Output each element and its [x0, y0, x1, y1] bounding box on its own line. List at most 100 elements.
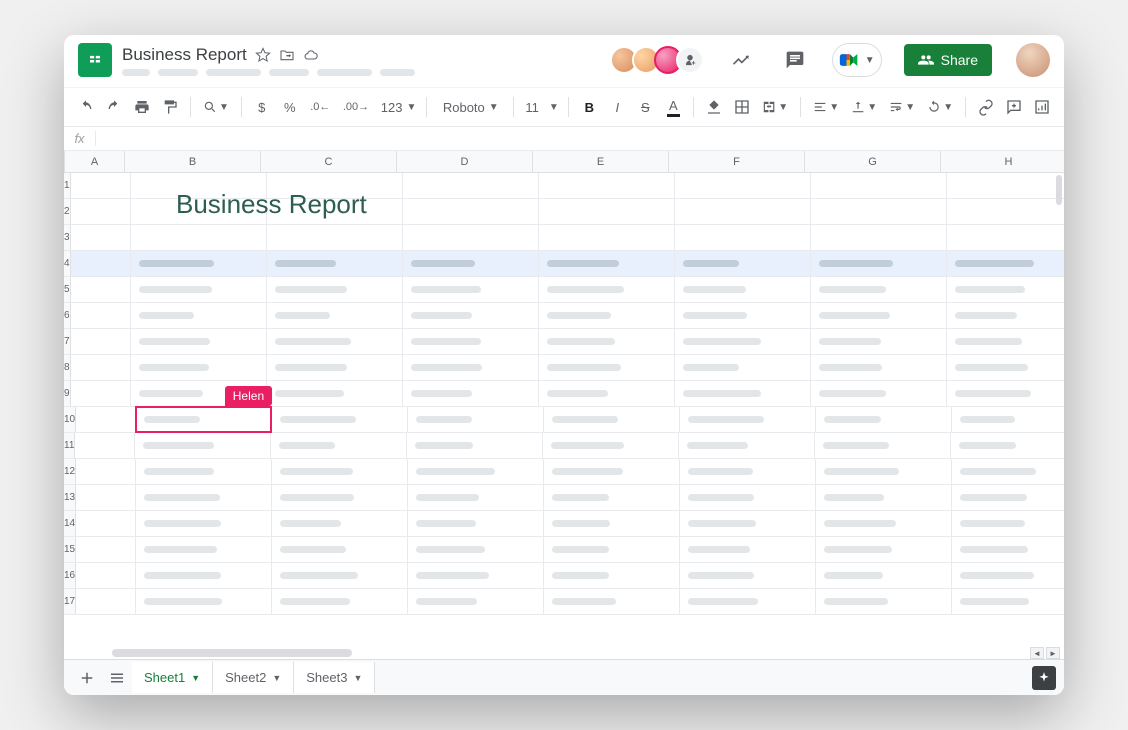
- cell[interactable]: [131, 381, 267, 406]
- cell[interactable]: [675, 381, 811, 406]
- comments-icon[interactable]: [778, 43, 812, 77]
- cell[interactable]: [544, 485, 680, 510]
- cell[interactable]: [408, 485, 544, 510]
- cell[interactable]: [403, 277, 539, 302]
- cell[interactable]: [136, 511, 272, 536]
- fill-color-button[interactable]: [702, 94, 726, 120]
- cell[interactable]: [408, 459, 544, 484]
- cell[interactable]: [403, 355, 539, 380]
- undo-button[interactable]: [74, 94, 98, 120]
- column-header[interactable]: A: [65, 151, 125, 172]
- cell[interactable]: [267, 303, 403, 328]
- text-color-button[interactable]: A: [661, 94, 685, 120]
- cell[interactable]: [272, 511, 408, 536]
- cell[interactable]: [811, 329, 947, 354]
- cell[interactable]: [272, 589, 408, 614]
- cell[interactable]: [679, 433, 815, 458]
- cell[interactable]: [947, 199, 1064, 224]
- document-title[interactable]: Business Report: [122, 45, 247, 65]
- cell[interactable]: [675, 225, 811, 250]
- cell[interactable]: [539, 199, 675, 224]
- cell[interactable]: [544, 589, 680, 614]
- cell[interactable]: [675, 355, 811, 380]
- percent-button[interactable]: %: [278, 94, 302, 120]
- sheet-tab[interactable]: Sheet2▼: [213, 662, 294, 693]
- cell[interactable]: [403, 225, 539, 250]
- cell[interactable]: [816, 511, 952, 536]
- cell[interactable]: [136, 459, 272, 484]
- cell[interactable]: [75, 433, 135, 458]
- scroll-right-button[interactable]: ►: [1046, 647, 1060, 659]
- grid-row[interactable]: 12: [64, 459, 1064, 485]
- cell[interactable]: [675, 173, 811, 198]
- font-selector[interactable]: Roboto▼: [435, 94, 505, 120]
- grid[interactable]: A B C D E F G H Business Report 12345678…: [64, 151, 1064, 659]
- profile-avatar[interactable]: [1016, 43, 1050, 77]
- star-icon[interactable]: [255, 47, 271, 63]
- cell[interactable]: [76, 511, 136, 536]
- cell[interactable]: [408, 563, 544, 588]
- italic-button[interactable]: I: [605, 94, 629, 120]
- valign-button[interactable]: ▼: [847, 94, 881, 120]
- cell[interactable]: [544, 459, 680, 484]
- cell[interactable]: [952, 407, 1064, 432]
- cell[interactable]: [811, 199, 947, 224]
- move-folder-icon[interactable]: [279, 47, 295, 63]
- sheets-logo[interactable]: [78, 43, 112, 77]
- column-header[interactable]: F: [669, 151, 805, 172]
- zoom-button[interactable]: ▼: [199, 94, 233, 120]
- cell[interactable]: [131, 225, 267, 250]
- grid-row[interactable]: 5: [64, 277, 1064, 303]
- column-header[interactable]: C: [261, 151, 397, 172]
- cell[interactable]: [544, 563, 680, 588]
- cell[interactable]: [272, 459, 408, 484]
- bold-button[interactable]: B: [577, 94, 601, 120]
- cell[interactable]: [947, 329, 1064, 354]
- cell[interactable]: [947, 381, 1064, 406]
- cell[interactable]: [403, 381, 539, 406]
- cell[interactable]: [76, 589, 136, 614]
- cell[interactable]: [680, 563, 816, 588]
- cell[interactable]: [811, 381, 947, 406]
- cell[interactable]: [539, 381, 675, 406]
- add-sheet-button[interactable]: [72, 669, 102, 687]
- cell[interactable]: [951, 433, 1064, 458]
- cell[interactable]: [136, 589, 272, 614]
- cell[interactable]: [136, 563, 272, 588]
- cell[interactable]: [952, 485, 1064, 510]
- row-header[interactable]: 11: [64, 433, 75, 458]
- insert-comment-button[interactable]: [1002, 94, 1026, 120]
- cell[interactable]: [272, 537, 408, 562]
- cell[interactable]: [952, 459, 1064, 484]
- cell[interactable]: [71, 277, 131, 302]
- cell[interactable]: [539, 173, 675, 198]
- cell[interactable]: [71, 355, 131, 380]
- cell[interactable]: [680, 459, 816, 484]
- currency-button[interactable]: $: [250, 94, 274, 120]
- cell[interactable]: [952, 589, 1064, 614]
- row-header[interactable]: 16: [64, 563, 76, 588]
- cell[interactable]: [816, 459, 952, 484]
- scroll-left-button[interactable]: ◄: [1030, 647, 1044, 659]
- cell[interactable]: [675, 199, 811, 224]
- column-header[interactable]: H: [941, 151, 1064, 172]
- cell[interactable]: [267, 251, 403, 276]
- cell[interactable]: [947, 251, 1064, 276]
- row-header[interactable]: 15: [64, 537, 76, 562]
- cell[interactable]: [947, 173, 1064, 198]
- merge-button[interactable]: ▼: [758, 94, 792, 120]
- cell[interactable]: [675, 329, 811, 354]
- cell[interactable]: [71, 329, 131, 354]
- cell[interactable]: [408, 589, 544, 614]
- history-icon[interactable]: [724, 43, 758, 77]
- paint-format-button[interactable]: [158, 94, 182, 120]
- grid-row[interactable]: 11: [64, 433, 1064, 459]
- row-header[interactable]: 17: [64, 589, 76, 614]
- cell[interactable]: [952, 511, 1064, 536]
- cell[interactable]: [71, 381, 131, 406]
- grid-row[interactable]: 7: [64, 329, 1064, 355]
- grid-row[interactable]: 10Helen: [64, 407, 1064, 433]
- cell[interactable]: [947, 277, 1064, 302]
- cell[interactable]: [403, 173, 539, 198]
- cell[interactable]: [408, 511, 544, 536]
